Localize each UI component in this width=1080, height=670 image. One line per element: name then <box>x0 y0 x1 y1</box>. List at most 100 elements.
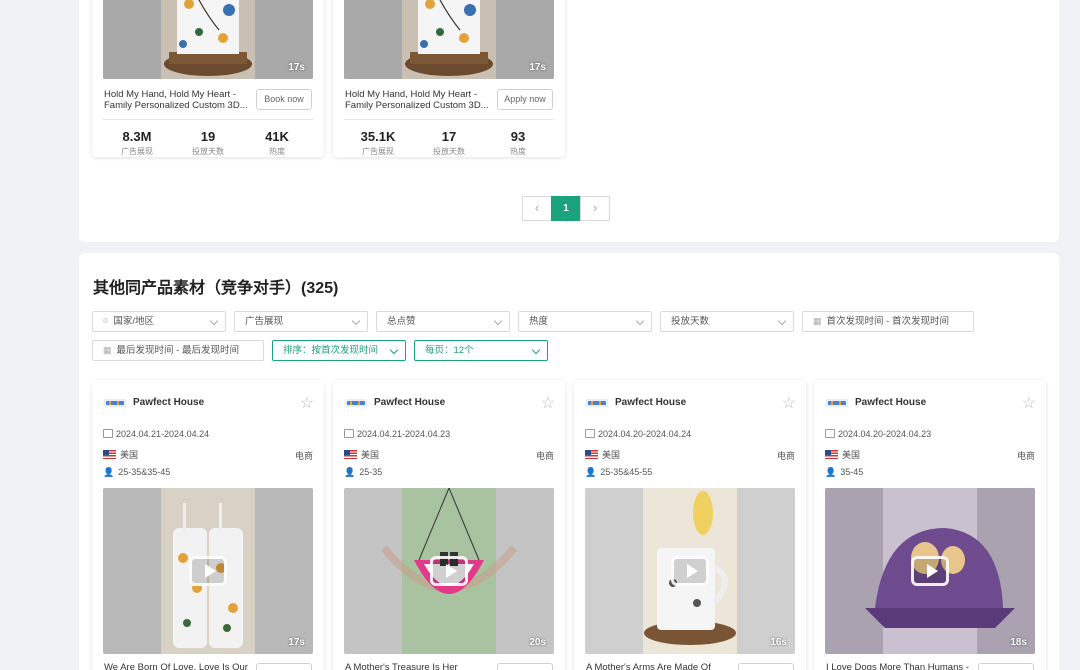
age-range: 👤 35-45 <box>825 467 863 478</box>
days-filter[interactable]: 投放天数 <box>660 311 794 332</box>
stat-value: 19 <box>200 129 216 144</box>
age-range: 👤 25-35 <box>344 467 382 478</box>
ad-title: A Mother's Treasure Is Her <box>345 662 458 670</box>
country: 美国 <box>344 448 379 461</box>
date-range: 2024.04.20-2024.04.24 <box>585 429 691 439</box>
play-icon[interactable] <box>671 556 709 586</box>
first-seen-range[interactable]: ▦ 首次发现时间 - 首次发现时间 <box>802 311 974 332</box>
ad-card[interactable]: 17s Hold My Hand, Hold My Heart - Family… <box>92 0 324 157</box>
ad-thumbnail[interactable]: 17s <box>103 0 313 79</box>
brand-logo <box>826 399 848 407</box>
likes-filter[interactable]: 总点赞 <box>376 311 510 332</box>
duration-label: 17s <box>288 62 305 73</box>
us-flag-icon <box>103 450 116 459</box>
page-1-button[interactable]: 1 <box>551 196 581 221</box>
video-thumbnail[interactable]: 17s <box>103 488 313 654</box>
video-thumbnail[interactable]: 16s <box>585 488 795 654</box>
calendar-icon <box>825 429 835 438</box>
stat-value: 17 <box>441 129 457 144</box>
category: 电商 <box>776 451 795 461</box>
filter-label: 国家/地区 <box>113 316 155 327</box>
next-page-button[interactable]: › <box>580 196 610 221</box>
location-icon: ⌾ <box>103 316 109 326</box>
competitor-ad-card[interactable]: Pawfect House ☆ 2024.04.20-2024.04.24 美国… <box>574 380 806 670</box>
stat-label: 广告展现 <box>121 147 153 156</box>
country-text: 美国 <box>842 450 861 460</box>
divider <box>103 119 313 120</box>
filter-label: 每页：12个 <box>425 345 474 356</box>
ad-thumbnail[interactable]: 17s <box>344 0 554 79</box>
country-text: 美国 <box>602 450 621 460</box>
date-range-text: 2024.04.21-2024.04.24 <box>116 429 210 439</box>
chevron-down-icon <box>635 316 645 326</box>
impressions-filter[interactable]: 广告展现 <box>234 311 368 332</box>
calendar-icon <box>103 429 113 438</box>
page-size-select[interactable]: 每页：12个 <box>414 340 548 361</box>
prev-page-button[interactable]: ‹ <box>522 196 552 221</box>
age-text: 25-35&35-45 <box>118 467 171 477</box>
brand-logo <box>345 399 367 407</box>
date-range: 2024.04.21-2024.04.23 <box>344 429 450 439</box>
cta-button[interactable] <box>256 663 312 670</box>
category: 电商 <box>1016 451 1035 461</box>
chevron-down-icon <box>777 316 787 326</box>
stat-heat: 93 热度 <box>483 129 553 157</box>
calendar-icon <box>585 429 595 438</box>
country-text: 美国 <box>120 450 139 460</box>
chevron-down-icon <box>493 316 503 326</box>
last-seen-range[interactable]: ▦ 最后发现时间 - 最后发现时间 <box>92 340 264 361</box>
cta-button[interactable]: Apply now <box>497 89 553 110</box>
sort-select[interactable]: 排序：按首次发现时间 <box>272 340 406 361</box>
country: 美国 <box>585 448 620 461</box>
ad-card[interactable]: 17s Hold My Hand, Hold My Heart - Family… <box>333 0 565 157</box>
stat-label: 投放天数 <box>433 147 465 156</box>
brand-name: Pawfect House <box>374 397 446 408</box>
age-text: 35-45 <box>840 467 864 477</box>
filter-label: 投放天数 <box>671 316 710 327</box>
competitor-ad-card[interactable]: Pawfect House ☆ 2024.04.20-2024.04.23 美国… <box>814 380 1046 670</box>
filter-label: 热度 <box>529 316 549 327</box>
stat-value: 35.1K <box>360 129 396 144</box>
play-icon[interactable] <box>430 556 468 586</box>
star-icon[interactable]: ☆ <box>782 393 796 413</box>
cta-button[interactable] <box>738 663 794 670</box>
video-thumbnail[interactable]: 18s <box>825 488 1035 654</box>
cta-button[interactable] <box>978 663 1034 670</box>
person-icon: 👤 <box>344 467 356 477</box>
category: 电商 <box>294 451 313 461</box>
competitor-ad-card[interactable]: Pawfect House ☆ 2024.04.21-2024.04.23 美国… <box>333 380 565 670</box>
calendar-icon: ▦ <box>103 345 112 355</box>
country-filter[interactable]: ⌾ 国家/地区 <box>92 311 226 332</box>
duration-label: 17s <box>529 62 546 73</box>
star-icon[interactable]: ☆ <box>1022 393 1036 413</box>
heat-filter[interactable]: 热度 <box>518 311 652 332</box>
video-thumbnail[interactable]: 20s <box>344 488 554 654</box>
brand-logo <box>104 399 126 407</box>
star-icon[interactable]: ☆ <box>300 393 314 413</box>
us-flag-icon <box>344 450 357 459</box>
filter-label: 最后发现时间 - 最后发现时间 <box>116 345 239 356</box>
age-range: 👤 25-35&35-45 <box>103 467 170 478</box>
ad-title: I Love Dogs More Than Humans - <box>826 662 969 670</box>
divider <box>344 119 554 120</box>
play-icon[interactable] <box>911 556 949 586</box>
competitor-panel: 其他同产品素材（竞争对手）(325) ⌾ 国家/地区 广告展现 总点赞 热度 投放… <box>79 253 1059 670</box>
stat-heat: 41K 热度 <box>242 129 312 157</box>
date-range-text: 2024.04.20-2024.04.24 <box>598 429 692 439</box>
ad-title: A Mother's Arms Are Made Of <box>586 662 711 670</box>
date-range: 2024.04.20-2024.04.23 <box>825 429 931 439</box>
competitor-ad-card[interactable]: Pawfect House ☆ 2024.04.21-2024.04.24 美国… <box>92 380 324 670</box>
chevron-down-icon <box>389 345 399 355</box>
country: 美国 <box>825 448 860 461</box>
ad-title: Hold My Hand, Hold My Heart - Family Per… <box>104 89 248 111</box>
person-icon: 👤 <box>585 467 597 477</box>
stat-days: 17 投放天数 <box>414 129 484 157</box>
cta-button[interactable]: Book now <box>256 89 312 110</box>
chevron-down-icon <box>209 316 219 326</box>
pagination: ‹ 1 › <box>522 196 610 221</box>
star-icon[interactable]: ☆ <box>541 393 555 413</box>
date-range-text: 2024.04.21-2024.04.23 <box>357 429 451 439</box>
ad-title: Hold My Hand, Hold My Heart - Family Per… <box>345 89 489 111</box>
cta-button[interactable] <box>497 663 553 670</box>
play-icon[interactable] <box>189 556 227 586</box>
